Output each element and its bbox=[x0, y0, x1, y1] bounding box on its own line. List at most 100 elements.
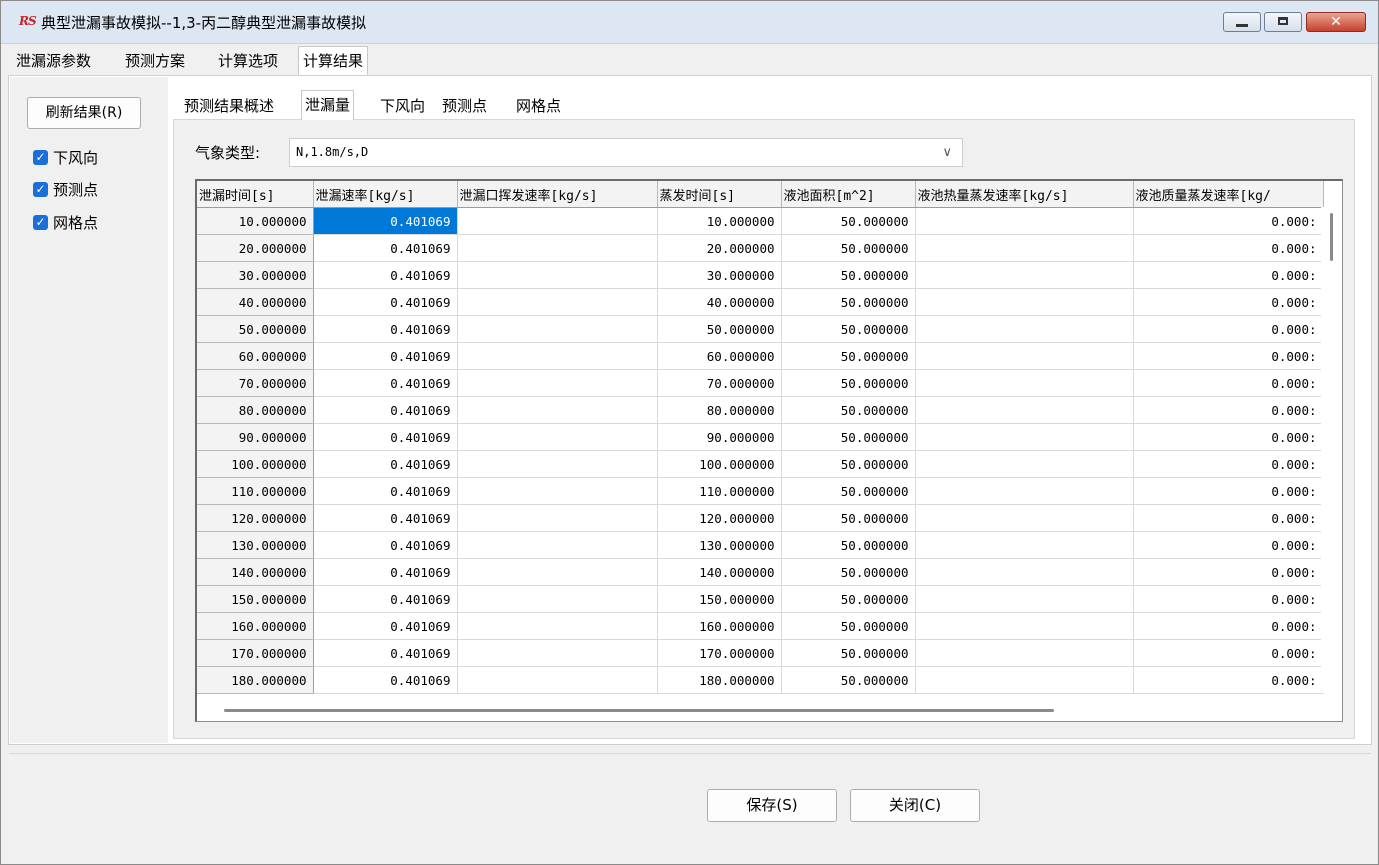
row-header-cell[interactable]: 130.000000 bbox=[197, 531, 314, 559]
table-cell[interactable]: 10.000000 bbox=[657, 207, 782, 235]
row-header-cell[interactable]: 100.000000 bbox=[197, 450, 314, 478]
subtab-leak-volume[interactable]: 泄漏量 bbox=[301, 90, 355, 120]
table-row[interactable]: 90.000000 0.401069 90.000000 50.000000 0.000… bbox=[197, 423, 1324, 451]
subtab-prediction-points[interactable]: 预测点 bbox=[439, 93, 490, 119]
table-cell[interactable]: 0.000: bbox=[1133, 207, 1324, 235]
table-cell[interactable]: 0.000: bbox=[1133, 342, 1324, 370]
table-cell[interactable] bbox=[457, 531, 658, 559]
table-cell[interactable] bbox=[457, 639, 658, 667]
table-cell[interactable] bbox=[915, 288, 1134, 316]
maximize-button[interactable] bbox=[1264, 12, 1302, 32]
table-row[interactable]: 60.000000 0.401069 60.000000 50.000000 0.000… bbox=[197, 342, 1324, 370]
table-cell[interactable]: 110.000000 bbox=[657, 477, 782, 505]
row-header-cell[interactable]: 90.000000 bbox=[197, 423, 314, 451]
table-row[interactable]: 100.000000 0.401069 100.000000 50.000000 0.0… bbox=[197, 450, 1324, 478]
tab-leak-source-params[interactable]: 泄漏源参数 bbox=[12, 48, 95, 75]
row-header-cell[interactable]: 120.000000 bbox=[197, 504, 314, 532]
subtab-downwind[interactable]: 下风向 bbox=[377, 93, 428, 119]
table-cell[interactable] bbox=[915, 504, 1134, 532]
table-cell[interactable]: 0.401069 bbox=[313, 207, 458, 235]
row-header-cell[interactable]: 150.000000 bbox=[197, 585, 314, 613]
table-cell[interactable]: 100.000000 bbox=[657, 450, 782, 478]
table-cell[interactable]: 160.000000 bbox=[657, 612, 782, 640]
table-cell[interactable]: 0.000: bbox=[1133, 477, 1324, 505]
table-cell[interactable]: 50.000000 bbox=[781, 342, 916, 370]
table-cell[interactable]: 60.000000 bbox=[657, 342, 782, 370]
column-header[interactable]: 泄漏时间[s] bbox=[197, 181, 314, 208]
table-cell[interactable] bbox=[915, 342, 1134, 370]
table-cell[interactable] bbox=[457, 207, 658, 235]
table-cell[interactable]: 30.000000 bbox=[657, 261, 782, 289]
column-header[interactable]: 泄漏速率[kg/s] bbox=[313, 181, 458, 208]
table-cell[interactable]: 50.000000 bbox=[781, 477, 916, 505]
table-cell[interactable]: 50.000000 bbox=[781, 666, 916, 694]
table-cell[interactable] bbox=[915, 639, 1134, 667]
table-cell[interactable] bbox=[457, 585, 658, 613]
subtab-overview[interactable]: 预测结果概述 bbox=[181, 93, 277, 119]
table-cell[interactable]: 0.000: bbox=[1133, 423, 1324, 451]
weather-type-select[interactable]: N,1.8m/s,D ∨ bbox=[289, 138, 963, 167]
table-cell[interactable]: 50.000000 bbox=[781, 639, 916, 667]
table-cell[interactable]: 0.401069 bbox=[313, 612, 458, 640]
table-cell[interactable]: 20.000000 bbox=[657, 234, 782, 262]
table-cell[interactable] bbox=[915, 369, 1134, 397]
table-cell[interactable]: 0.401069 bbox=[313, 315, 458, 343]
tab-prediction-plan[interactable]: 预测方案 bbox=[121, 48, 189, 75]
table-cell[interactable]: 50.000000 bbox=[781, 369, 916, 397]
table-cell[interactable]: 0.000: bbox=[1133, 558, 1324, 586]
table-cell[interactable]: 0.000: bbox=[1133, 504, 1324, 532]
table-cell[interactable]: 0.000: bbox=[1133, 450, 1324, 478]
leak-results-grid[interactable]: 泄漏时间[s] 泄漏速率[kg/s] 泄漏口挥发速率[kg/s] 蒸发时间[s] 液池面… bbox=[195, 179, 1343, 722]
table-row[interactable]: 120.000000 0.401069 120.000000 50.000000 0.0… bbox=[197, 504, 1324, 532]
table-cell[interactable] bbox=[915, 396, 1134, 424]
table-cell[interactable] bbox=[915, 450, 1134, 478]
tab-calc-results[interactable]: 计算结果 bbox=[298, 46, 369, 76]
table-cell[interactable] bbox=[915, 315, 1134, 343]
table-cell[interactable]: 0.000: bbox=[1133, 639, 1324, 667]
table-cell[interactable] bbox=[915, 585, 1134, 613]
refresh-results-button[interactable]: 刷新结果(R) bbox=[27, 97, 141, 129]
table-cell[interactable]: 50.000000 bbox=[781, 396, 916, 424]
table-row[interactable]: 20.000000 0.401069 20.000000 50.000000 0.000… bbox=[197, 234, 1324, 262]
subtab-grid-points[interactable]: 网格点 bbox=[513, 93, 564, 119]
vertical-scrollbar[interactable] bbox=[1321, 207, 1342, 693]
table-cell[interactable]: 0.401069 bbox=[313, 342, 458, 370]
row-header-cell[interactable]: 170.000000 bbox=[197, 639, 314, 667]
table-cell[interactable]: 170.000000 bbox=[657, 639, 782, 667]
table-cell[interactable] bbox=[457, 342, 658, 370]
row-header-cell[interactable]: 110.000000 bbox=[197, 477, 314, 505]
table-cell[interactable]: 0.000: bbox=[1133, 585, 1324, 613]
table-cell[interactable]: 50.000000 bbox=[781, 504, 916, 532]
table-row[interactable]: 50.000000 0.401069 50.000000 50.000000 0.000… bbox=[197, 315, 1324, 343]
column-header[interactable]: 液池热量蒸发速率[kg/s] bbox=[915, 181, 1134, 208]
table-row[interactable]: 70.000000 0.401069 70.000000 50.000000 0.000… bbox=[197, 369, 1324, 397]
table-cell[interactable] bbox=[457, 369, 658, 397]
table-cell[interactable]: 50.000000 bbox=[781, 531, 916, 559]
table-cell[interactable]: 0.401069 bbox=[313, 369, 458, 397]
table-cell[interactable]: 90.000000 bbox=[657, 423, 782, 451]
table-cell[interactable]: 0.000: bbox=[1133, 531, 1324, 559]
table-cell[interactable] bbox=[457, 261, 658, 289]
close-button[interactable]: 关闭(C) bbox=[850, 789, 980, 822]
table-row[interactable]: 30.000000 0.401069 30.000000 50.000000 0.000… bbox=[197, 261, 1324, 289]
table-cell[interactable]: 120.000000 bbox=[657, 504, 782, 532]
table-cell[interactable] bbox=[457, 423, 658, 451]
table-cell[interactable] bbox=[915, 612, 1134, 640]
row-header-cell[interactable]: 180.000000 bbox=[197, 666, 314, 694]
table-row[interactable]: 40.000000 0.401069 40.000000 50.000000 0.000… bbox=[197, 288, 1324, 316]
table-cell[interactable] bbox=[915, 261, 1134, 289]
row-header-cell[interactable]: 40.000000 bbox=[197, 288, 314, 316]
table-cell[interactable]: 150.000000 bbox=[657, 585, 782, 613]
table-cell[interactable]: 0.000: bbox=[1133, 288, 1324, 316]
row-header-cell[interactable]: 160.000000 bbox=[197, 612, 314, 640]
table-cell[interactable]: 0.401069 bbox=[313, 585, 458, 613]
table-row[interactable]: 150.000000 0.401069 150.000000 50.000000 0.0… bbox=[197, 585, 1324, 613]
row-header-cell[interactable]: 140.000000 bbox=[197, 558, 314, 586]
table-cell[interactable]: 50.000000 bbox=[781, 207, 916, 235]
close-window-button[interactable]: ✕ bbox=[1306, 12, 1366, 32]
table-cell[interactable] bbox=[457, 504, 658, 532]
table-cell[interactable]: 50.000000 bbox=[781, 558, 916, 586]
table-cell[interactable] bbox=[457, 558, 658, 586]
table-cell[interactable] bbox=[457, 288, 658, 316]
checkbox-downwind[interactable]: ✓ 下风向 bbox=[33, 148, 98, 168]
